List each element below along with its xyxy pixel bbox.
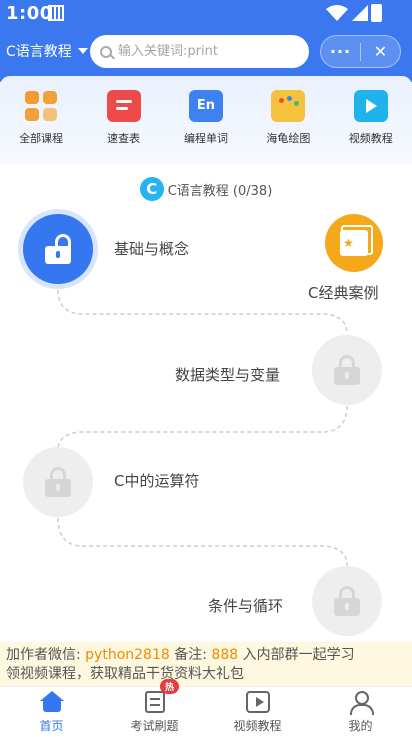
search-icon xyxy=(100,45,112,58)
wifi-icon xyxy=(326,5,348,21)
category-label: 海龟绘图 xyxy=(266,132,311,145)
chapter-node-operators[interactable] xyxy=(23,447,93,517)
video-icon xyxy=(245,691,270,713)
tab-exam-practice[interactable]: 热 考试刷题 xyxy=(103,679,206,737)
top-bar: C语言教程 ··· ✕ xyxy=(0,32,412,72)
category-turtle-drawing[interactable]: 海龟绘图 xyxy=(248,76,328,164)
category-video-tutorials[interactable]: 视频教程 xyxy=(331,76,411,164)
classic-cases-label: C经典案例 xyxy=(308,284,379,302)
qr-code-icon xyxy=(48,5,64,21)
category-all-courses[interactable]: 全部课程 xyxy=(1,76,81,164)
tab-label: 考试刷题 xyxy=(130,719,179,733)
course-title: C C语言教程 (0/38) xyxy=(0,177,412,201)
tab-label: 视频教程 xyxy=(233,719,282,733)
c-language-logo: C xyxy=(139,177,164,201)
chapter-node-basics[interactable] xyxy=(23,214,93,284)
grid-icon xyxy=(24,90,58,122)
chapter-label: 基础与概念 xyxy=(114,240,190,258)
hot-badge: 热 xyxy=(160,679,180,694)
classic-cases-button[interactable] xyxy=(325,214,383,272)
language-selector[interactable]: C语言教程 xyxy=(6,41,88,61)
promo-line-2: 领视频课程，获取精品干货资料大礼包 xyxy=(6,666,244,682)
app-header: 1:00 C语言教程 ··· ✕ xyxy=(0,0,412,82)
case-book-icon xyxy=(340,225,373,256)
tab-me[interactable]: 我的 xyxy=(309,687,412,737)
promo-line-1: 加作者微信: python2818 备注: 888 入内部群一起学习 xyxy=(6,646,406,665)
promo-banner[interactable]: 加作者微信: python2818 备注: 888 入内部群一起学习 领视频课程… xyxy=(0,642,412,686)
lock-icon xyxy=(45,467,71,497)
course-title-text: C语言教程 (0/38) xyxy=(167,183,273,199)
user-icon xyxy=(349,691,374,715)
close-button[interactable]: ✕ xyxy=(361,42,400,61)
caret-down-icon xyxy=(77,48,88,54)
exam-list-icon xyxy=(144,691,165,713)
video-play-icon xyxy=(353,90,388,122)
language-selector-label: C语言教程 xyxy=(6,44,72,60)
search-box[interactable] xyxy=(90,35,309,68)
chapter-node-conditions-loops[interactable] xyxy=(312,566,382,636)
chapter-label: C中的运算符 xyxy=(114,472,200,490)
tab-video-tutorials[interactable]: 视频教程 xyxy=(206,687,309,737)
tab-label: 首页 xyxy=(39,719,64,733)
tab-label: 我的 xyxy=(348,719,373,733)
promo-note-label: 备注: xyxy=(169,647,212,663)
chapter-node-data-types[interactable] xyxy=(312,335,382,405)
signal-icon xyxy=(352,5,368,21)
home-icon xyxy=(39,691,64,713)
mini-program-capsule: ··· ✕ xyxy=(320,35,401,68)
category-label: 速查表 xyxy=(107,132,141,145)
category-label: 编程单词 xyxy=(183,132,228,145)
battery-icon xyxy=(371,4,382,22)
tab-home[interactable]: 首页 xyxy=(0,687,103,737)
category-programming-words[interactable]: En 编程单词 xyxy=(166,76,246,164)
more-options-button[interactable]: ··· xyxy=(321,42,360,61)
lock-icon xyxy=(334,355,360,385)
en-words-icon: En xyxy=(188,90,223,122)
category-cheatsheet[interactable]: 速查表 xyxy=(84,76,164,164)
chapter-label: 数据类型与变量 xyxy=(175,366,281,384)
status-bar: 1:00 xyxy=(0,0,412,28)
lock-icon xyxy=(334,586,360,616)
unlock-icon xyxy=(45,234,71,264)
category-row: 全部课程 速查表 En 编程单词 海龟绘图 视频教程 xyxy=(0,76,412,164)
category-label: 全部课程 xyxy=(19,132,64,145)
cheatsheet-icon xyxy=(106,90,141,122)
bottom-tab-bar: 首页 热 考试刷题 视频教程 我的 xyxy=(0,679,412,737)
promo-prefix: 加作者微信: xyxy=(6,647,86,663)
promo-note-code: 888 xyxy=(211,647,239,663)
palette-icon xyxy=(271,90,306,122)
category-label: 视频教程 xyxy=(348,132,393,145)
chapter-label: 条件与循环 xyxy=(208,597,284,615)
search-input[interactable] xyxy=(118,44,288,59)
promo-wechat-id: python2818 xyxy=(85,647,170,663)
promo-line1-suffix: 入内部群一起学习 xyxy=(238,647,355,663)
status-time: 1:00 xyxy=(6,3,53,24)
